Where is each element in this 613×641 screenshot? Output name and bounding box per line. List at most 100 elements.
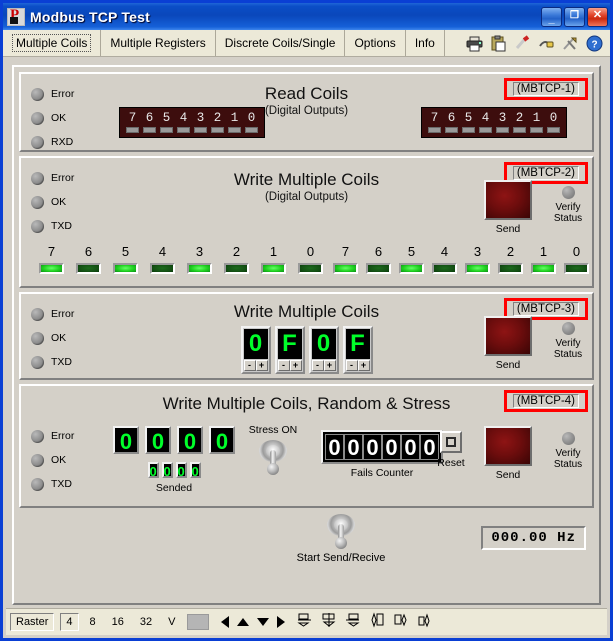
align-center-icon[interactable]: [321, 612, 337, 633]
panel-title-4: Write Multiple Coils, Random & Stress: [162, 394, 451, 413]
coil-lamp[interactable]: [498, 263, 523, 274]
coil-lamp[interactable]: [298, 263, 323, 274]
tab-options[interactable]: Options: [345, 30, 406, 56]
led-row-rxd: RXD: [31, 130, 111, 154]
hex-increment-button[interactable]: +: [323, 360, 336, 371]
hex-increment-button[interactable]: +: [289, 360, 302, 371]
bit-number: 1: [539, 244, 548, 259]
raster-size-32[interactable]: 32: [135, 614, 157, 630]
align-left-icon[interactable]: [296, 612, 313, 633]
send-button[interactable]: [484, 316, 532, 356]
hex-decrement-button[interactable]: -: [345, 360, 358, 371]
hex-decrement-button[interactable]: -: [277, 360, 290, 371]
coil-lamp[interactable]: [261, 263, 286, 274]
hex-increment-button[interactable]: +: [357, 360, 370, 371]
arrow-right-icon[interactable]: [276, 616, 285, 628]
stress-toggle-group: Stress ON: [239, 424, 307, 475]
vertical-toggle-label[interactable]: V: [163, 614, 180, 630]
bit-number: 6: [84, 244, 93, 259]
align-right-icon[interactable]: [345, 612, 361, 633]
align-middle-icon[interactable]: [393, 612, 409, 633]
coil-lamp[interactable]: [39, 263, 64, 274]
reset-icon: [446, 437, 456, 447]
send-button-label: Send: [495, 223, 521, 235]
value-digit: 0: [177, 426, 203, 454]
bit-number: 2: [213, 111, 222, 125]
coil-lamp[interactable]: [333, 263, 358, 274]
align-top-icon[interactable]: [369, 611, 385, 633]
bit-number: 3: [196, 111, 205, 125]
coil-group-left: 7 6 5 4 3 2 1 0: [33, 244, 329, 274]
tab-info[interactable]: Info: [405, 30, 445, 56]
printer-icon[interactable]: [466, 35, 483, 52]
coil-lamp[interactable]: [113, 263, 138, 274]
reset-button[interactable]: [440, 431, 462, 453]
arrow-up-icon[interactable]: [236, 618, 249, 626]
tab-discrete-coils-single[interactable]: Discrete Coils/Single: [215, 30, 346, 56]
arrow-left-icon[interactable]: [220, 616, 229, 628]
coil-lamp-row: [329, 263, 593, 274]
clipboard-paste-icon[interactable]: [490, 35, 507, 52]
coil-segment: [479, 127, 492, 133]
close-button[interactable]: ✕: [587, 6, 608, 27]
toggle-knob: [267, 463, 279, 475]
bit-number: 0: [306, 244, 315, 259]
coil-lamp[interactable]: [187, 263, 212, 274]
hex-digit-value: 0: [243, 329, 268, 359]
help-icon[interactable]: ?: [586, 35, 603, 52]
verify-status-label-2: Status: [553, 349, 583, 360]
tab-multiple-coils[interactable]: Multiple Coils: [3, 30, 102, 56]
ok-led-icon: [31, 453, 44, 467]
coil-lamp[interactable]: [465, 263, 490, 274]
read-coil-bar-left[interactable]: 7 6 5 4 3 2 1 0: [119, 107, 265, 138]
stress-toggle-switch[interactable]: [259, 440, 287, 475]
coil-lamp[interactable]: [399, 263, 424, 274]
start-send-receive-toggle[interactable]: [327, 514, 355, 549]
start-toggle-label: Start Send/Recive: [296, 552, 386, 564]
coil-bit-numbers: 7 6 5 4 3 2 1 0: [426, 111, 562, 125]
raster-size-16[interactable]: 16: [107, 614, 129, 630]
read-coil-bar-right[interactable]: 7 6 5 4 3 2 1 0: [421, 107, 567, 138]
tab-multiple-registers[interactable]: Multiple Registers: [101, 30, 216, 56]
send-button[interactable]: [484, 426, 532, 466]
verify-status-led-icon: [561, 432, 575, 445]
txd-led-icon: [31, 477, 44, 491]
led-label: TXD: [51, 220, 72, 232]
coil-lamp[interactable]: [150, 263, 175, 274]
hex-increment-button[interactable]: +: [255, 360, 268, 371]
verify-status-label-1: Verify: [555, 202, 581, 213]
verify-status-label-2: Status: [553, 459, 583, 470]
hex-decrement-button[interactable]: -: [311, 360, 324, 371]
bit-number-row: 7 6 5 4 3 2 1 0: [329, 244, 593, 259]
hex-decrement-button[interactable]: -: [243, 360, 256, 371]
minimize-button[interactable]: _: [541, 6, 562, 27]
hex-digit-cell: F - +: [274, 326, 305, 374]
color-swatch[interactable]: [186, 614, 209, 630]
sended-digit: 0: [189, 462, 201, 479]
fails-digit: 0: [344, 434, 363, 460]
coil-lamp[interactable]: [76, 263, 101, 274]
bit-number: 6: [145, 111, 154, 125]
coil-segment: [496, 127, 509, 133]
screwdriver-icon[interactable]: [514, 34, 531, 52]
align-bottom-icon[interactable]: [417, 612, 433, 633]
raster-size-4[interactable]: 4: [60, 613, 79, 631]
plug-connector-icon[interactable]: [538, 35, 555, 52]
coil-lamp[interactable]: [224, 263, 249, 274]
raster-size-8[interactable]: 8: [85, 614, 101, 630]
tab-label: Options: [354, 36, 396, 50]
maximize-button[interactable]: ❐: [564, 6, 585, 27]
value-digit: 0: [209, 426, 235, 454]
bit-number: 5: [162, 111, 171, 125]
send-button[interactable]: [484, 180, 532, 220]
bit-number: 3: [498, 111, 507, 125]
coil-lamp[interactable]: [564, 263, 589, 274]
coil-lamp[interactable]: [432, 263, 457, 274]
coil-lamp[interactable]: [366, 263, 391, 274]
arrow-down-icon[interactable]: [256, 618, 269, 626]
coil-group-right: 7 6 5 4 3 2 1 0: [329, 244, 593, 274]
tools-icon[interactable]: [562, 35, 579, 52]
toolbar-icons: ?: [459, 30, 610, 56]
coil-lamp[interactable]: [531, 263, 556, 274]
error-led-icon: [31, 429, 44, 443]
